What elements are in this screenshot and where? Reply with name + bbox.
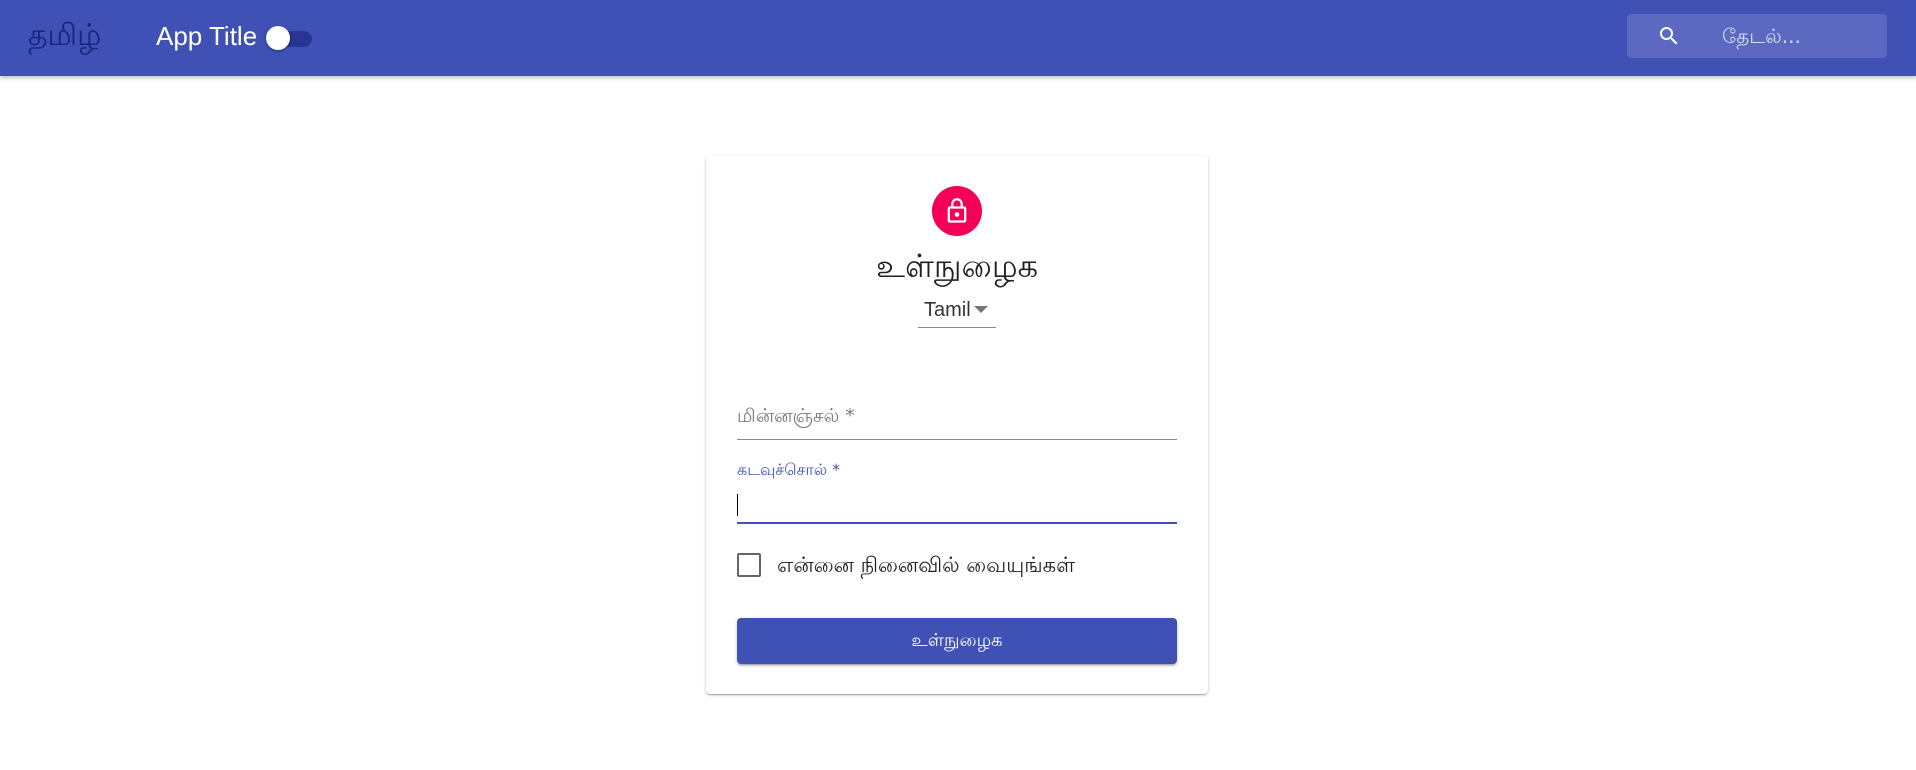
password-label: கடவுச்சொல் * <box>737 460 841 479</box>
brand-logo-text[interactable]: தமிழ் <box>28 18 101 54</box>
search-box[interactable] <box>1627 14 1887 58</box>
lock-icon <box>947 198 967 223</box>
switch-thumb <box>266 26 290 50</box>
login-card: உள்நுழைக Tamil மின்னஞ்சல் * கடவுச்சொல் *… <box>706 156 1208 694</box>
login-title: உள்நுழைக <box>875 247 1039 285</box>
language-select[interactable]: Tamil <box>918 294 996 328</box>
theme-toggle-switch[interactable] <box>264 24 316 52</box>
remember-me-checkbox[interactable] <box>737 553 761 577</box>
app-title: App Title <box>156 21 258 51</box>
remember-me-label: என்னை நினைவில் வையுங்கள் <box>777 553 1076 577</box>
text-cursor <box>737 494 738 516</box>
password-input[interactable] <box>737 488 1177 518</box>
dropdown-arrow-icon <box>974 306 988 313</box>
sign-in-button[interactable]: உள்நுழைக <box>737 618 1177 664</box>
search-input[interactable] <box>1722 14 1882 58</box>
password-field[interactable]: கடவுச்சொல் * <box>737 460 1177 524</box>
lock-avatar <box>932 186 982 236</box>
email-field[interactable]: மின்னஞ்சல் * <box>737 390 1177 440</box>
language-selected-value: Tamil <box>924 299 971 321</box>
email-input[interactable] <box>737 390 1177 439</box>
remember-me-option[interactable]: என்னை நினைவில் வையுங்கள் <box>737 548 1075 582</box>
app-bar: தமிழ் App Title <box>0 0 1916 76</box>
search-icon <box>1660 27 1678 45</box>
